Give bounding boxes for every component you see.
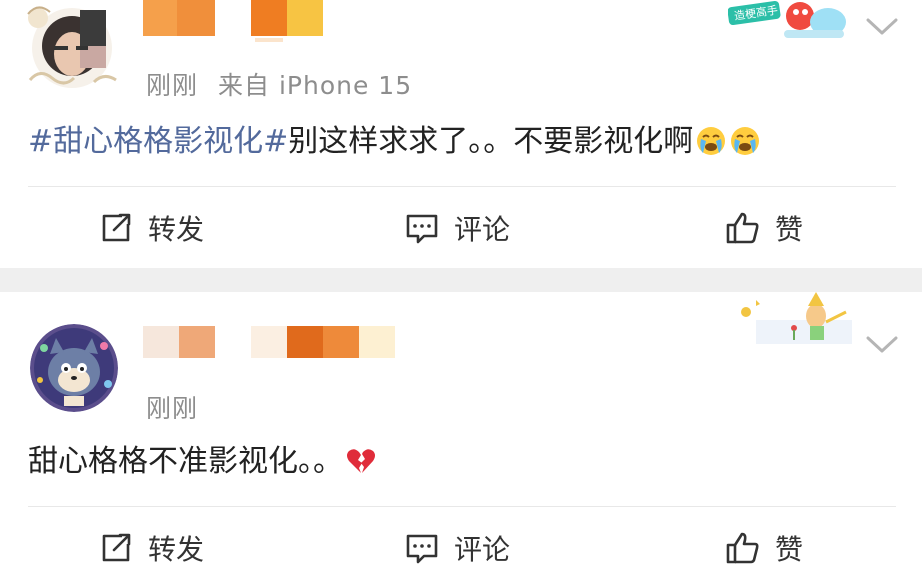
comment-icon: [406, 214, 438, 244]
post-separator: [0, 268, 922, 292]
divider: [28, 506, 896, 507]
divider: [28, 186, 896, 187]
post-body: #甜心格格影视化#别这样求求了。。不要影视化啊: [28, 122, 761, 162]
like-button[interactable]: 赞: [725, 208, 803, 248]
post-meta: 刚刚 来自 iPhone 15: [146, 66, 412, 102]
thumbs-up-icon: [726, 532, 759, 564]
avatar[interactable]: [24, 2, 120, 94]
chevron-down-icon[interactable]: [864, 332, 900, 356]
crying-emoji-icon: [695, 125, 727, 157]
broken-heart-icon: [345, 445, 377, 477]
post-body: 甜心格格不准影视化。。: [28, 442, 377, 482]
like-label: 赞: [775, 213, 804, 246]
hashtag-link[interactable]: #甜心格格影视化#: [28, 124, 288, 159]
username-blurred[interactable]: [143, 0, 333, 48]
comment-button[interactable]: 评论: [404, 528, 510, 568]
post-body-text: 甜心格格不准影视化。。: [28, 444, 343, 479]
repost-button[interactable]: 转发: [98, 208, 204, 248]
comment-button[interactable]: 评论: [404, 208, 510, 248]
like-label: 赞: [775, 533, 804, 566]
thumbs-up-icon: [726, 212, 759, 244]
post-meta: 刚刚: [146, 389, 198, 425]
repost-icon: [102, 213, 131, 242]
comment-label: 评论: [454, 533, 511, 566]
action-bar: 转发 评论 赞: [0, 518, 922, 578]
decoration-badge: 造梗高手: [727, 0, 848, 42]
post-time: 刚刚: [146, 71, 199, 100]
post-source: 来自 iPhone 15: [218, 71, 413, 100]
like-button[interactable]: 赞: [725, 528, 803, 568]
repost-icon: [102, 533, 131, 562]
username-blurred[interactable]: [143, 322, 403, 370]
weibo-post: 刚刚 来自 iPhone 15 造梗高手 #甜心格格影视化#别这样求求了。。不要影…: [0, 0, 922, 268]
repost-button[interactable]: 转发: [98, 528, 204, 568]
comment-label: 评论: [454, 213, 511, 246]
action-bar: 转发 评论 赞: [0, 198, 922, 258]
badge-text: 造梗高手: [733, 3, 779, 23]
weibo-post: 刚刚 甜心格格不准影视化。。 转发 评论 赞: [0, 292, 922, 585]
avatar[interactable]: [30, 324, 118, 412]
decoration-badge: [736, 292, 856, 348]
repost-label: 转发: [148, 213, 205, 246]
post-body-text: 别这样求求了。。不要影视化啊: [288, 124, 694, 159]
crying-emoji-icon: [729, 125, 761, 157]
repost-label: 转发: [148, 533, 205, 566]
comment-icon: [406, 534, 438, 564]
chevron-down-icon[interactable]: [864, 14, 900, 38]
post-time: 刚刚: [146, 394, 199, 423]
